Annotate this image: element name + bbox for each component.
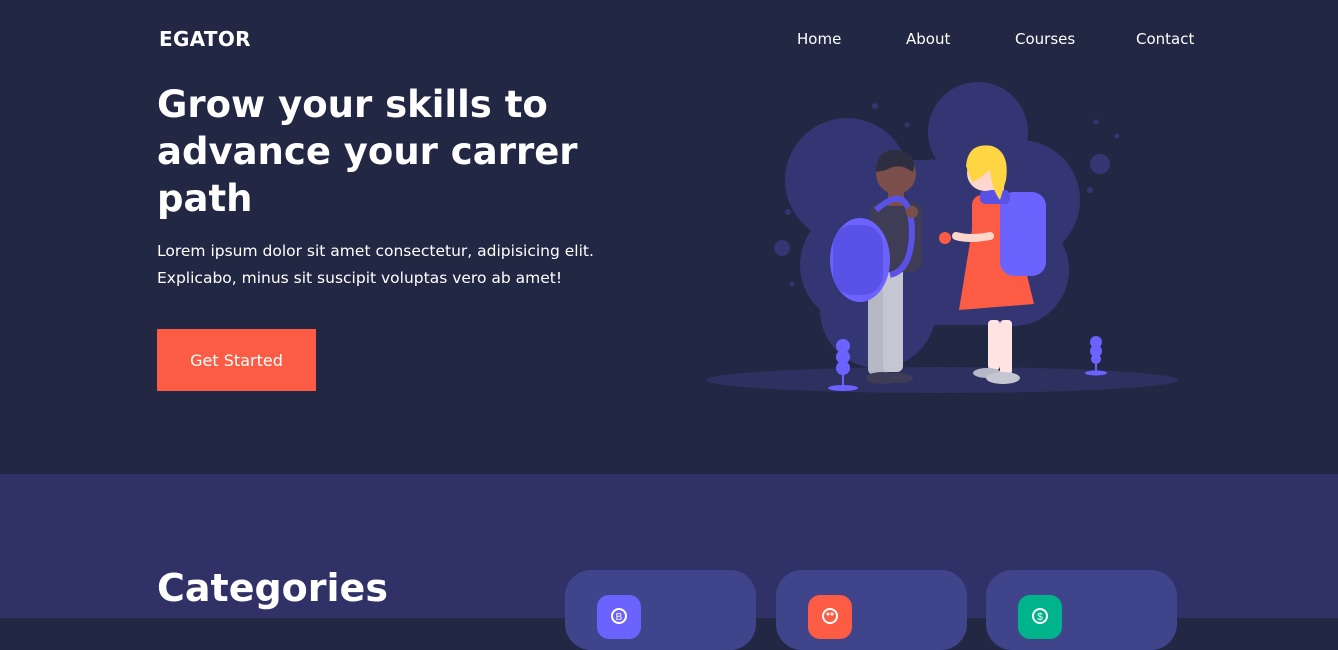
- hero-section: EGATOR Home About Courses Contact Grow y…: [0, 0, 1338, 474]
- bitcoin-icon: B: [597, 595, 641, 639]
- category-card-design[interactable]: [776, 570, 967, 650]
- students-illustration: [706, 82, 1178, 393]
- main-nav: Home About Courses Contact: [0, 30, 1338, 50]
- hero-title: Grow your skills to advance your carrer …: [157, 83, 578, 220]
- get-started-button[interactable]: Get Started: [157, 329, 316, 391]
- category-card-bitcoin[interactable]: B: [565, 570, 756, 650]
- nav-home[interactable]: Home: [797, 30, 841, 48]
- nav-about[interactable]: About: [906, 30, 950, 48]
- category-card-finance[interactable]: $: [986, 570, 1177, 650]
- nav-contact[interactable]: Contact: [1136, 30, 1194, 48]
- hero-description: Lorem ipsum dolor sit amet consectetur, …: [157, 242, 594, 287]
- categories-title: Categories: [157, 566, 388, 610]
- palette-icon: [808, 595, 852, 639]
- categories-section: Categories B $: [0, 474, 1338, 650]
- nav-courses[interactable]: Courses: [1015, 30, 1075, 48]
- dollar-icon: $: [1018, 595, 1062, 639]
